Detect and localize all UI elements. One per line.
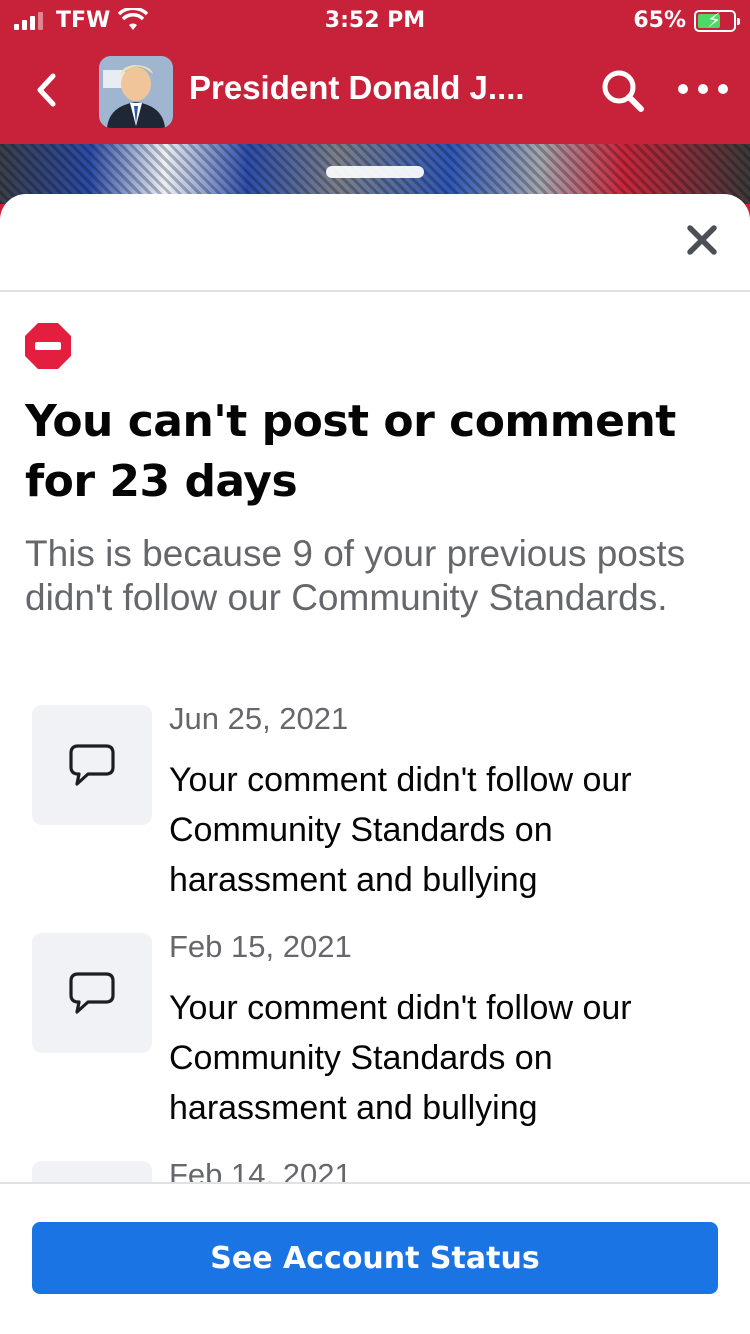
violations-list: Jun 25, 2021 Your comment didn't follow … <box>0 674 750 1182</box>
violation-date: Feb 14, 2021 <box>169 1157 352 1182</box>
stop-sign-icon <box>25 323 71 369</box>
comment-icon-box <box>32 1161 152 1182</box>
search-icon <box>602 70 644 112</box>
comment-icon-box <box>32 933 152 1053</box>
more-dot <box>718 84 728 94</box>
charging-bolt-icon: ⚡ <box>707 8 722 32</box>
close-button[interactable] <box>680 218 724 262</box>
list-item[interactable]: Jun 25, 2021 Your comment didn't follow … <box>32 701 722 905</box>
restriction-heading: You can't post or comment for 23 days <box>25 396 676 507</box>
restriction-explanation: This is because 9 of your previous posts… <box>25 533 686 618</box>
divider <box>0 1182 750 1184</box>
list-item[interactable]: Feb 14, 2021 <box>32 1157 722 1182</box>
search-button[interactable] <box>600 68 646 114</box>
sheet-footer: See Account Status <box>0 1182 750 1334</box>
battery-icon: ⚡ <box>694 8 740 32</box>
violation-date: Jun 25, 2021 <box>169 701 349 736</box>
see-account-status-button[interactable]: See Account Status <box>32 1222 718 1294</box>
chevron-left-icon <box>37 73 56 107</box>
page-header: President Donald J.... <box>0 42 750 144</box>
more-options-button[interactable] <box>678 74 728 104</box>
comment-icon <box>69 972 115 1014</box>
close-icon <box>687 225 717 255</box>
page-title[interactable]: President Donald J.... <box>189 69 569 107</box>
divider <box>0 290 750 292</box>
violation-description: Your comment didn't follow our Community… <box>169 761 632 899</box>
restriction-sheet: You can't post or comment for 23 days Th… <box>0 194 750 1334</box>
more-dot <box>678 84 688 94</box>
back-button[interactable] <box>24 68 68 112</box>
sheet-drag-handle[interactable] <box>326 166 424 178</box>
violation-date: Feb 15, 2021 <box>169 929 352 964</box>
list-item[interactable]: Feb 15, 2021 Your comment didn't follow … <box>32 929 722 1133</box>
page-avatar[interactable] <box>99 56 173 128</box>
status-bar: TFW 3:52 PM 65% ⚡ <box>0 0 750 42</box>
violation-description: Your comment didn't follow our Community… <box>169 989 632 1127</box>
more-dot <box>698 84 708 94</box>
comment-icon <box>69 744 115 786</box>
battery-percentage: 65% <box>633 8 686 33</box>
comment-icon-box <box>32 705 152 825</box>
